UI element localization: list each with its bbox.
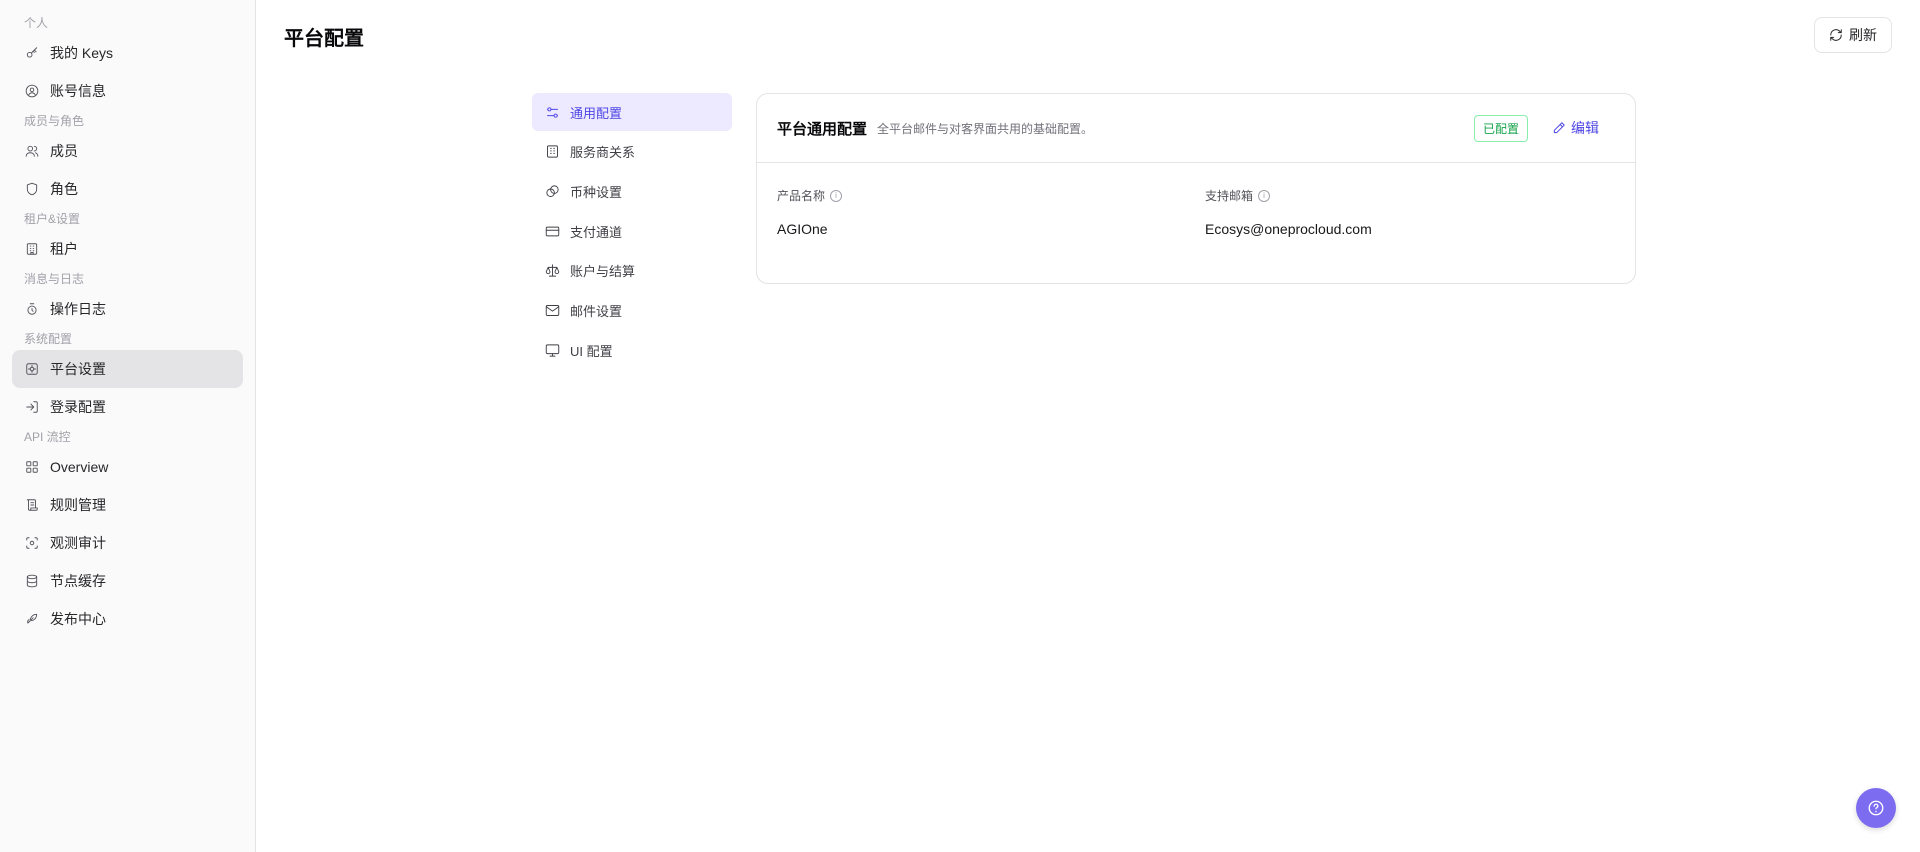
subnav-item-label: 账户与结算 bbox=[570, 264, 636, 280]
user-circle-icon bbox=[24, 83, 40, 99]
subnav-item-label: 通用配置 bbox=[570, 105, 623, 121]
sidebar-item-operation-log[interactable]: 操作日志 bbox=[12, 290, 243, 328]
sidebar-item-tenants[interactable]: 租户 bbox=[12, 230, 243, 268]
settings-subnav: 通用配置 服务商关系 币种设置 支付通道 账户与结算 邮件设置 UI 配置 bbox=[532, 93, 732, 371]
sidebar-item-label: 登录配置 bbox=[50, 399, 106, 415]
sidebar-item-label: 平台设置 bbox=[50, 361, 106, 377]
scroll-icon bbox=[24, 497, 40, 513]
subnav-item-mail[interactable]: 邮件设置 bbox=[532, 291, 732, 329]
credit-card-icon bbox=[544, 223, 560, 239]
general-config-card: 平台通用配置 全平台邮件与对客界面共用的基础配置。 已配置 编辑 产品名称 i … bbox=[756, 93, 1636, 284]
sidebar-item-label: 账号信息 bbox=[50, 83, 106, 99]
field-label: 产品名称 i bbox=[777, 187, 843, 204]
sidebar-item-platform-settings[interactable]: 平台设置 bbox=[12, 350, 243, 388]
subnav-item-ui-config[interactable]: UI 配置 bbox=[532, 331, 732, 369]
rocket-icon bbox=[24, 611, 40, 627]
sidebar-item-members[interactable]: 成员 bbox=[12, 132, 243, 170]
card-title: 平台通用配置 bbox=[777, 120, 868, 138]
shield-icon bbox=[24, 181, 40, 197]
help-button[interactable] bbox=[1856, 788, 1896, 828]
info-icon[interactable]: i bbox=[1258, 189, 1271, 202]
sidebar-item-label: 发布中心 bbox=[50, 611, 106, 627]
subnav-item-general[interactable]: 通用配置 bbox=[532, 93, 732, 131]
monitor-icon bbox=[544, 342, 560, 358]
refresh-icon bbox=[1830, 29, 1842, 41]
subnav-item-providers[interactable]: 服务商关系 bbox=[532, 133, 732, 171]
building-icon bbox=[544, 144, 560, 160]
coins-icon bbox=[544, 183, 560, 199]
sidebar-item-login-config[interactable]: 登录配置 bbox=[12, 388, 243, 426]
sidebar-item-my-keys[interactable]: 我的 Keys bbox=[12, 34, 243, 72]
log-icon bbox=[24, 301, 40, 317]
card-header: 平台通用配置 全平台邮件与对客界面共用的基础配置。 已配置 编辑 bbox=[757, 94, 1635, 163]
sidebar-item-label: 成员 bbox=[50, 143, 78, 159]
subnav-item-accounts-settlement[interactable]: 账户与结算 bbox=[532, 252, 732, 290]
sidebar-item-label: 我的 Keys bbox=[50, 45, 114, 61]
sidebar-item-label: 操作日志 bbox=[50, 301, 106, 317]
refresh-label: 刷新 bbox=[1849, 27, 1877, 43]
sidebar-group-label: API 流控 bbox=[24, 430, 71, 444]
subnav-item-label: 服务商关系 bbox=[570, 145, 636, 161]
sidebar-group-label: 个人 bbox=[24, 16, 49, 30]
subnav-item-label: 邮件设置 bbox=[570, 303, 623, 319]
mail-icon bbox=[544, 302, 560, 318]
sidebar: 个人 我的 Keys 账号信息 成员与角色 成员 角色 租户&设置 租户 消息与… bbox=[0, 0, 256, 852]
help-circle-icon bbox=[1868, 800, 1884, 816]
field-support-email: 支持邮箱 i Ecosys@oneprocloud.com bbox=[1205, 187, 1372, 237]
subnav-item-label: UI 配置 bbox=[570, 343, 613, 359]
sidebar-item-label: 租户 bbox=[50, 241, 78, 257]
sidebar-item-label: 角色 bbox=[50, 181, 78, 197]
sidebar-item-roles[interactable]: 角色 bbox=[12, 170, 243, 208]
building-icon bbox=[24, 241, 40, 257]
sidebar-group-label: 租户&设置 bbox=[24, 212, 81, 226]
subnav-item-payment-channels[interactable]: 支付通道 bbox=[532, 212, 732, 250]
sidebar-item-account-info[interactable]: 账号信息 bbox=[12, 72, 243, 110]
field-value: AGIOne bbox=[777, 221, 828, 237]
refresh-button[interactable]: 刷新 bbox=[1814, 17, 1892, 53]
page-title: 平台配置 bbox=[284, 28, 364, 50]
grid-icon bbox=[24, 459, 40, 475]
sidebar-item-rules[interactable]: 规则管理 bbox=[12, 486, 243, 524]
scale-icon bbox=[544, 263, 560, 279]
sidebar-group-label: 消息与日志 bbox=[24, 272, 85, 286]
scan-icon bbox=[24, 535, 40, 551]
card-body: 产品名称 i AGIOne 支持邮箱 i Ecosys@oneprocloud.… bbox=[757, 163, 1635, 283]
sidebar-item-overview[interactable]: Overview bbox=[12, 448, 243, 486]
pencil-icon bbox=[1553, 122, 1565, 134]
sidebar-item-label: 节点缓存 bbox=[50, 573, 106, 589]
edit-button[interactable]: 编辑 bbox=[1552, 118, 1599, 138]
login-icon bbox=[24, 399, 40, 415]
sliders-icon bbox=[544, 104, 560, 120]
info-icon[interactable]: i bbox=[830, 189, 843, 202]
key-icon bbox=[24, 45, 40, 61]
users-icon bbox=[24, 143, 40, 159]
field-value: Ecosys@oneprocloud.com bbox=[1205, 221, 1372, 237]
settings-icon bbox=[24, 361, 40, 377]
sidebar-group-label: 成员与角色 bbox=[24, 114, 85, 128]
edit-label: 编辑 bbox=[1571, 120, 1599, 136]
sidebar-item-release-center[interactable]: 发布中心 bbox=[12, 600, 243, 638]
database-icon bbox=[24, 573, 40, 589]
field-product-name: 产品名称 i AGIOne bbox=[777, 187, 843, 237]
sidebar-item-label: Overview bbox=[50, 459, 109, 475]
subnav-item-currency[interactable]: 币种设置 bbox=[532, 172, 732, 210]
field-label-text: 产品名称 bbox=[777, 189, 826, 203]
sidebar-item-label: 规则管理 bbox=[50, 497, 106, 513]
sidebar-item-node-cache[interactable]: 节点缓存 bbox=[12, 562, 243, 600]
subnav-item-label: 币种设置 bbox=[570, 184, 623, 200]
sidebar-item-label: 观测审计 bbox=[50, 535, 106, 551]
sidebar-item-observability[interactable]: 观测审计 bbox=[12, 524, 243, 562]
field-label: 支持邮箱 i bbox=[1205, 187, 1372, 204]
subnav-item-label: 支付通道 bbox=[570, 224, 623, 240]
status-badge: 已配置 bbox=[1473, 114, 1528, 142]
card-description: 全平台邮件与对客界面共用的基础配置。 bbox=[877, 121, 1094, 136]
sidebar-group-label: 系统配置 bbox=[24, 332, 73, 346]
field-label-text: 支持邮箱 bbox=[1205, 189, 1254, 203]
